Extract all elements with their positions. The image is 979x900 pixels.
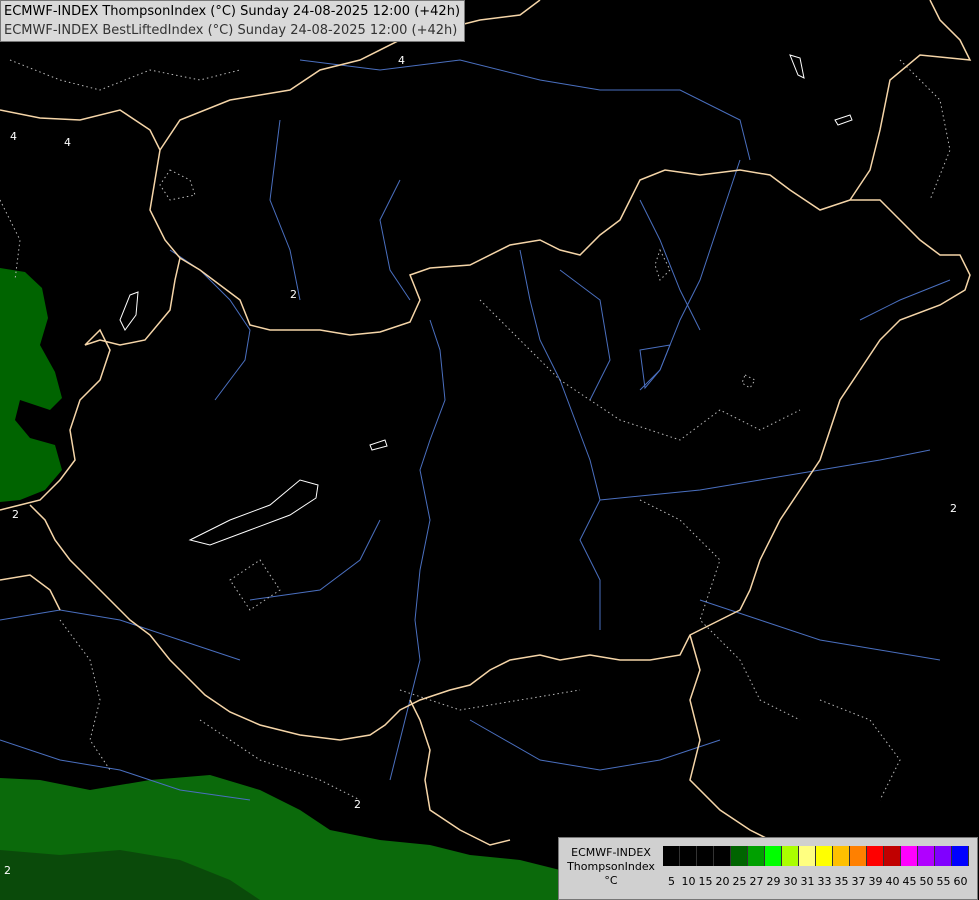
legend-tick-label: 50 (919, 875, 934, 888)
legend-swatch (663, 846, 680, 866)
legend-swatch (833, 846, 850, 866)
legend-tick-label: 29 (766, 875, 781, 888)
color-legend: ECMWF-INDEX ThompsonIndex °C 5 10 15 20 25 27… (558, 837, 978, 900)
legend-swatch (901, 846, 918, 866)
legend-tick-label: 20 (715, 875, 730, 888)
contour-label: 4 (10, 130, 17, 143)
contour-label: 2 (12, 508, 19, 521)
legend-tick-label: 39 (868, 875, 883, 888)
legend-swatch (714, 846, 731, 866)
contour-label: 4 (398, 54, 405, 67)
legend-swatch (935, 846, 952, 866)
legend-tick-label: 35 (834, 875, 849, 888)
legend-swatch (952, 846, 969, 866)
map-title-box: ECMWF-INDEX ThompsonIndex (°C) Sunday 24… (0, 0, 466, 42)
legend-tick-label: 25 (732, 875, 747, 888)
legend-tick-label: 60 (953, 875, 968, 888)
legend-label: ECMWF-INDEX ThompsonIndex °C (563, 846, 659, 888)
legend-swatch (918, 846, 935, 866)
legend-swatches (663, 846, 969, 866)
legend-tick-label: 31 (800, 875, 815, 888)
legend-swatch (765, 846, 782, 866)
contour-label: 4 (64, 136, 71, 149)
legend-parameter: ThompsonIndex (567, 860, 655, 873)
legend-swatch (867, 846, 884, 866)
legend-tick-label: 37 (851, 875, 866, 888)
legend-unit: °C (604, 874, 618, 887)
contour-label: 2 (290, 288, 297, 301)
contour-label: 2 (354, 798, 361, 811)
legend-swatch (782, 846, 799, 866)
legend-swatch (850, 846, 867, 866)
legend-swatch (748, 846, 765, 866)
legend-model: ECMWF-INDEX (571, 846, 651, 859)
legend-tick-label: 55 (936, 875, 951, 888)
legend-ticks: 5 10 15 20 25 27 29 30 31 33 35 37 39 40 45 50 55 60 (663, 875, 969, 888)
legend-tick-label: 15 (698, 875, 713, 888)
legend-swatch (799, 846, 816, 866)
map-subtitle: ECMWF-INDEX BestLiftedIndex (°C) Sunday … (4, 23, 458, 38)
legend-tick-label: 27 (749, 875, 764, 888)
legend-swatch (816, 846, 833, 866)
legend-tick-label: 5 (668, 875, 675, 888)
legend-tick-label: 40 (885, 875, 900, 888)
legend-swatch (680, 846, 697, 866)
contour-label: 2 (950, 502, 957, 515)
contour-label: 2 (4, 864, 11, 877)
legend-tick-label: 10 (681, 875, 696, 888)
legend-swatch (697, 846, 714, 866)
weather-map: 2 2 2 2 4 4 4 2 (0, 0, 979, 900)
legend-swatch (731, 846, 748, 866)
legend-swatch (884, 846, 901, 866)
map-title: ECMWF-INDEX ThompsonIndex (°C) Sunday 24… (4, 4, 461, 19)
legend-tick-label: 33 (817, 875, 832, 888)
legend-tick-label: 30 (783, 875, 798, 888)
legend-tick-label: 45 (902, 875, 917, 888)
